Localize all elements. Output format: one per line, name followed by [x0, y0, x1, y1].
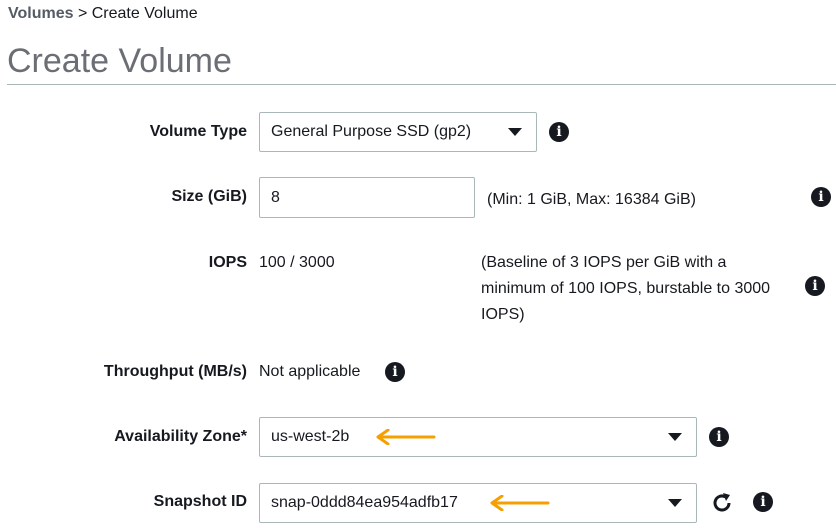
breadcrumb-current: Create Volume: [91, 5, 198, 22]
size-label: Size (GiB): [171, 188, 247, 205]
availability-zone-info-icon[interactable]: i: [709, 427, 729, 447]
iops-value: 100 / 3000: [259, 254, 335, 271]
chevron-down-icon: [668, 433, 682, 441]
availability-zone-select[interactable]: us-west-2b: [259, 417, 697, 457]
availability-zone-label: Availability Zone*: [114, 428, 247, 445]
iops-hint: (Baseline of 3 IOPS per GiB with a minim…: [481, 254, 771, 323]
title-divider: [7, 84, 836, 85]
snapshot-id-info-icon[interactable]: i: [753, 492, 773, 512]
throughput-value: Not applicable: [259, 363, 361, 380]
breadcrumb-separator: >: [77, 5, 88, 22]
size-hint: (Min: 1 GiB, Max: 16384 GiB): [487, 191, 696, 208]
annotation-arrow-icon: [376, 429, 436, 445]
volume-type-value: General Purpose SSD (gp2): [271, 123, 472, 140]
refresh-icon[interactable]: [710, 491, 734, 515]
volume-type-label: Volume Type: [149, 123, 247, 140]
throughput-label: Throughput (MB/s): [103, 363, 247, 380]
size-info-icon[interactable]: i: [811, 187, 831, 207]
chevron-down-icon: [508, 128, 522, 136]
snapshot-id-select[interactable]: snap-0ddd84ea954adfb17: [259, 483, 697, 523]
snapshot-id-value: snap-0ddd84ea954adfb17: [271, 494, 458, 511]
size-input[interactable]: 8: [259, 177, 475, 218]
availability-zone-value: us-west-2b: [271, 428, 350, 445]
breadcrumb: Volumes > Create Volume: [8, 5, 198, 23]
page-title: Create Volume: [7, 42, 232, 80]
volume-type-select[interactable]: General Purpose SSD (gp2): [259, 112, 537, 152]
volume-type-info-icon[interactable]: i: [549, 122, 569, 142]
iops-info-icon[interactable]: i: [805, 276, 825, 296]
size-value: 8: [271, 188, 280, 206]
annotation-arrow-icon: [490, 495, 550, 511]
snapshot-id-label: Snapshot ID: [153, 493, 247, 510]
throughput-info-icon[interactable]: i: [385, 362, 405, 382]
iops-label: IOPS: [208, 254, 247, 271]
breadcrumb-volumes-link[interactable]: Volumes: [8, 5, 74, 22]
chevron-down-icon: [668, 499, 682, 507]
